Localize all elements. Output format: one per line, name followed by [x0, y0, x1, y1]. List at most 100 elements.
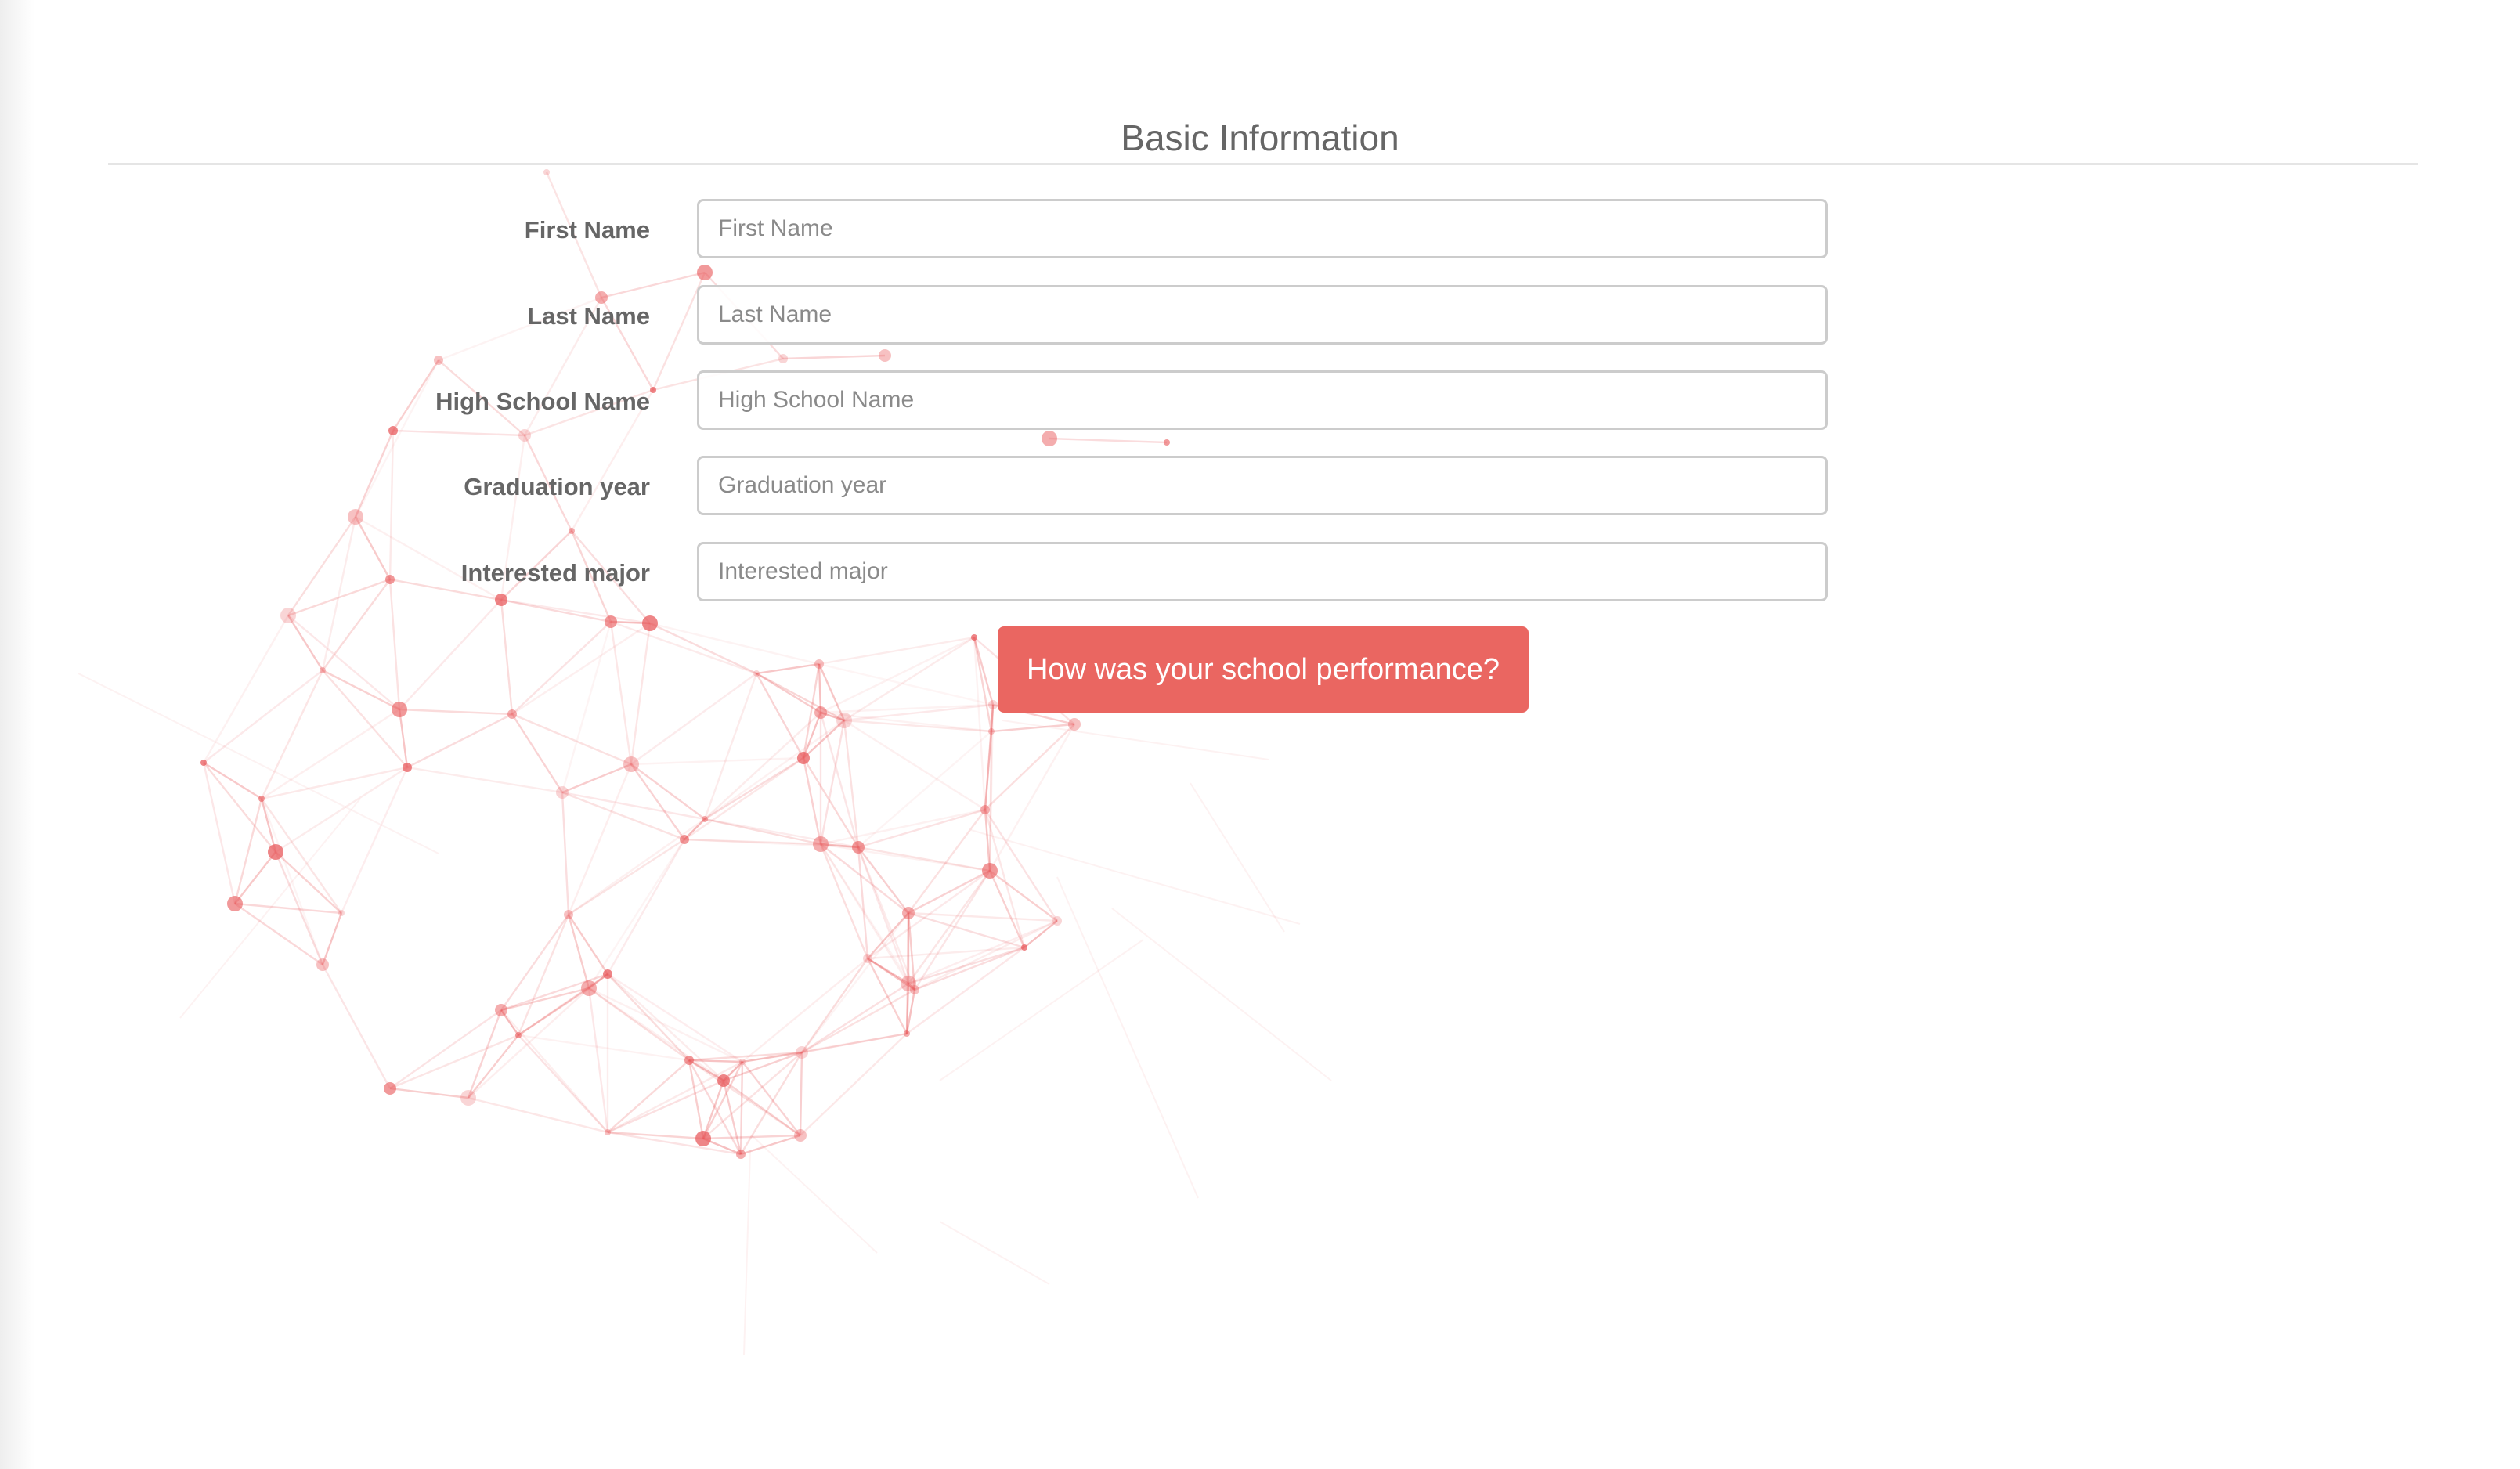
network-node [1042, 431, 1057, 446]
network-node [280, 608, 296, 623]
network-link [567, 914, 609, 975]
network-link [818, 663, 822, 713]
first-name-input[interactable] [697, 199, 1828, 258]
network-link [78, 673, 439, 854]
network-node [515, 1032, 522, 1038]
network-node [605, 1129, 611, 1135]
form-row-last-name: Last Name [0, 285, 2520, 348]
network-link [561, 621, 612, 793]
network-link [234, 902, 342, 915]
network-link [607, 973, 690, 1061]
interested-major-input[interactable] [697, 542, 1828, 601]
network-node [495, 1004, 507, 1016]
network-node [680, 835, 689, 844]
network-node [794, 1129, 807, 1142]
network-link [399, 708, 513, 716]
network-link [630, 756, 804, 766]
network-node [556, 786, 569, 799]
network-node [338, 910, 345, 916]
network-node [200, 760, 207, 766]
network-link [588, 987, 724, 1081]
form-row-interested-major: Interested major [0, 542, 2520, 605]
network-node [980, 805, 990, 814]
network-link [561, 792, 570, 915]
section-title: Basic Information [1121, 117, 1399, 158]
network-link [399, 599, 502, 710]
network-link [843, 719, 992, 733]
form-row-high-school-name: High School Name [0, 370, 2520, 433]
graduation-year-input[interactable] [697, 456, 1828, 515]
network-node [902, 907, 915, 919]
network-link [630, 673, 757, 765]
network-link [1056, 876, 1199, 1199]
network-link [819, 843, 869, 959]
network-node [971, 634, 977, 641]
interested-major-label: Interested major [460, 559, 650, 587]
network-link [511, 713, 564, 793]
network-node [879, 349, 891, 362]
network-link [751, 1135, 878, 1254]
high-school-name-input[interactable] [697, 370, 1828, 430]
network-link [511, 622, 651, 716]
network-link [1111, 908, 1332, 1081]
network-node [1068, 718, 1081, 731]
last-name-input[interactable] [697, 285, 1828, 345]
network-node [863, 954, 872, 963]
network-node [778, 354, 788, 363]
network-link [587, 987, 609, 1133]
network-link [820, 636, 975, 714]
network-node [697, 265, 713, 280]
network-link [610, 620, 757, 675]
network-link [1002, 720, 1269, 760]
network-node [316, 958, 329, 971]
network-node [543, 169, 550, 175]
network-link [261, 766, 408, 800]
network-node [904, 1030, 910, 1037]
network-link [984, 724, 1075, 810]
network-link [500, 599, 514, 715]
network-link [1049, 437, 1168, 444]
network-node [403, 763, 412, 772]
network-node [258, 796, 265, 802]
network-link [742, 1061, 801, 1136]
network-link [970, 829, 1301, 925]
network-node [739, 1059, 746, 1065]
network-link [704, 720, 845, 820]
network-link [511, 621, 612, 715]
network-node [1021, 944, 1027, 951]
school-performance-button[interactable]: How was your school performance? [998, 626, 1529, 713]
network-link [568, 838, 685, 916]
network-link [561, 791, 706, 821]
title-divider [108, 163, 2418, 165]
network-link [801, 912, 909, 1053]
network-link [287, 615, 324, 671]
network-node [753, 670, 760, 677]
network-link [607, 1131, 742, 1156]
network-node [852, 841, 865, 854]
network-link [588, 987, 743, 1063]
network-node [392, 702, 407, 717]
network-node [507, 709, 517, 719]
network-node [717, 1074, 730, 1087]
network-link [984, 809, 1059, 922]
network-link [321, 964, 392, 1089]
network-link [607, 973, 724, 1081]
network-node [1164, 439, 1170, 446]
network-link [739, 1052, 803, 1155]
network-link [984, 809, 1026, 948]
network-link [739, 1061, 744, 1155]
network-node [569, 528, 575, 534]
network-link [561, 791, 685, 841]
network-link [939, 1221, 1050, 1285]
network-node [836, 713, 852, 728]
network-node [982, 863, 998, 879]
high-school-name-label: High School Name [435, 388, 650, 415]
form-row-first-name: First Name [0, 199, 2520, 262]
network-link [202, 762, 236, 904]
network-link [743, 1150, 751, 1355]
network-node [910, 985, 919, 994]
network-link [939, 939, 1144, 1081]
network-node [988, 700, 998, 709]
network-link [406, 713, 513, 769]
network-link [607, 1079, 724, 1134]
